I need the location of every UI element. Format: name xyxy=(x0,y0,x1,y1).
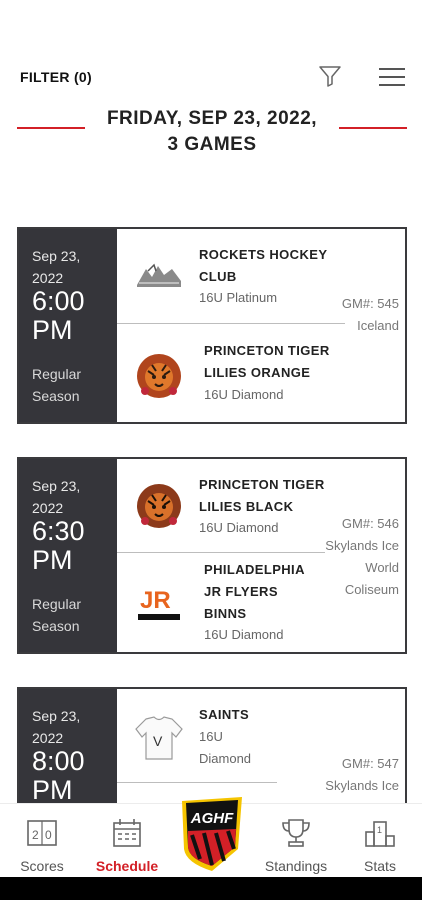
date-heading-line2: 3 GAMES xyxy=(167,134,257,155)
team-divider xyxy=(117,323,345,324)
game-venue: Iceland xyxy=(357,318,399,333)
nav-scores[interactable]: 2 0 Scores xyxy=(0,804,84,878)
game-venue: Skylands Ice xyxy=(325,778,399,793)
scoreboard-icon: 2 0 xyxy=(27,820,57,846)
team-name: PRINCETON TIGER LILIES BLACK xyxy=(199,477,325,514)
date-heading: FRIDAY, SEP 23, 2022, 3 GAMES xyxy=(90,106,334,158)
nav-stats[interactable]: 1 Stats xyxy=(338,804,422,878)
nav-scores-label: Scores xyxy=(20,858,64,874)
team-division: 16U Diamond xyxy=(204,627,284,642)
game-date: Sep 23, 2022 xyxy=(32,248,81,286)
svg-text:2: 2 xyxy=(32,828,39,842)
aghf-logo-icon[interactable]: AGHF xyxy=(178,793,246,871)
team-name: PHILADELPHIA JR FLYERS BINNS xyxy=(204,562,305,621)
team-name: ROCKETS HOCKEY CLUB xyxy=(199,247,328,284)
jersey-logo-icon: V xyxy=(135,716,183,760)
away-team[interactable]: PRINCETON TIGER LILIES ORANGE 16U Diamon… xyxy=(119,325,359,422)
home-team[interactable]: ROCKETS HOCKEY CLUB 16U Platinum xyxy=(119,229,359,324)
svg-text:1: 1 xyxy=(377,825,382,835)
nav-standings-label: Standings xyxy=(264,858,328,874)
game-season: Regular Season xyxy=(32,596,82,634)
nav-schedule[interactable]: Schedule xyxy=(84,804,170,878)
trophy-icon xyxy=(282,819,310,847)
team-name: PRINCETON TIGER LILIES ORANGE xyxy=(204,343,330,380)
filter-button[interactable]: FILTER (0) xyxy=(20,69,92,85)
game-info: GM#: 547 Skylands Ice xyxy=(325,753,399,797)
team-divider xyxy=(117,552,325,553)
home-team[interactable]: V SAINTS 16U Diamond xyxy=(119,689,299,782)
team-division: 16U Diamond xyxy=(199,729,252,766)
tiger-logo-icon xyxy=(137,354,181,398)
nav-schedule-label: Schedule xyxy=(95,858,159,874)
game-number: GM#: 547 xyxy=(341,756,399,771)
rockets-logo-icon xyxy=(137,263,181,287)
svg-text:0: 0 xyxy=(45,828,52,842)
podium-icon: 1 xyxy=(365,821,395,847)
home-team[interactable]: PRINCETON TIGER LILIES BLACK 16U Diamond xyxy=(119,459,349,552)
nav-stats-label: Stats xyxy=(364,858,396,874)
game-card[interactable]: Sep 23, 2022 6:00 PM Regular Season ROCK… xyxy=(17,227,407,424)
nav-standings[interactable]: Standings xyxy=(254,804,338,878)
svg-text:V: V xyxy=(153,733,163,749)
team-name: SAINTS xyxy=(199,707,250,722)
calendar-icon xyxy=(113,819,141,847)
game-season: Regular Season xyxy=(32,366,82,404)
game-time: 6:00 PM xyxy=(32,286,85,345)
jr-flyers-logo-icon: JR xyxy=(138,587,180,620)
game-number: GM#: 546 xyxy=(341,516,399,531)
team-division: 16U Diamond xyxy=(199,520,279,535)
game-card[interactable]: Sep 23, 2022 6:30 PM Regular Season PRIN… xyxy=(17,457,407,654)
hamburger-icon[interactable] xyxy=(379,66,405,88)
date-divider-left xyxy=(17,127,85,129)
team-division: 16U Platinum xyxy=(199,290,278,305)
game-info: GM#: 545 Iceland xyxy=(339,293,399,337)
date-heading-line1: FRIDAY, SEP 23, 2022, xyxy=(106,108,318,129)
tiger-logo-icon xyxy=(137,484,181,528)
team-division: 16U Diamond xyxy=(204,387,284,402)
funnel-icon[interactable] xyxy=(318,64,342,88)
game-number: GM#: 545 xyxy=(341,296,399,311)
svg-text:JR: JR xyxy=(140,587,171,614)
game-info: GM#: 546 Skylands Ice World Coliseum xyxy=(321,513,399,601)
game-time: 8:00 PM xyxy=(32,746,85,805)
away-team[interactable]: JR PHILADELPHIA JR FLYERS BINNS 16U Diam… xyxy=(119,554,349,652)
system-navigation-bar xyxy=(0,877,422,900)
svg-text:AGHF: AGHF xyxy=(190,810,234,827)
game-venue: Skylands Ice World Coliseum xyxy=(325,538,399,597)
date-divider-right xyxy=(339,127,407,129)
game-date: Sep 23, 2022 xyxy=(32,478,81,516)
game-time-panel: Sep 23, 2022 6:00 PM Regular Season xyxy=(19,229,117,422)
game-time: 6:30 PM xyxy=(32,516,85,575)
game-time-panel: Sep 23, 2022 6:30 PM Regular Season xyxy=(19,459,117,652)
top-bar: FILTER (0) xyxy=(0,0,422,104)
game-date: Sep 23, 2022 xyxy=(32,708,81,746)
team-divider xyxy=(117,782,277,783)
